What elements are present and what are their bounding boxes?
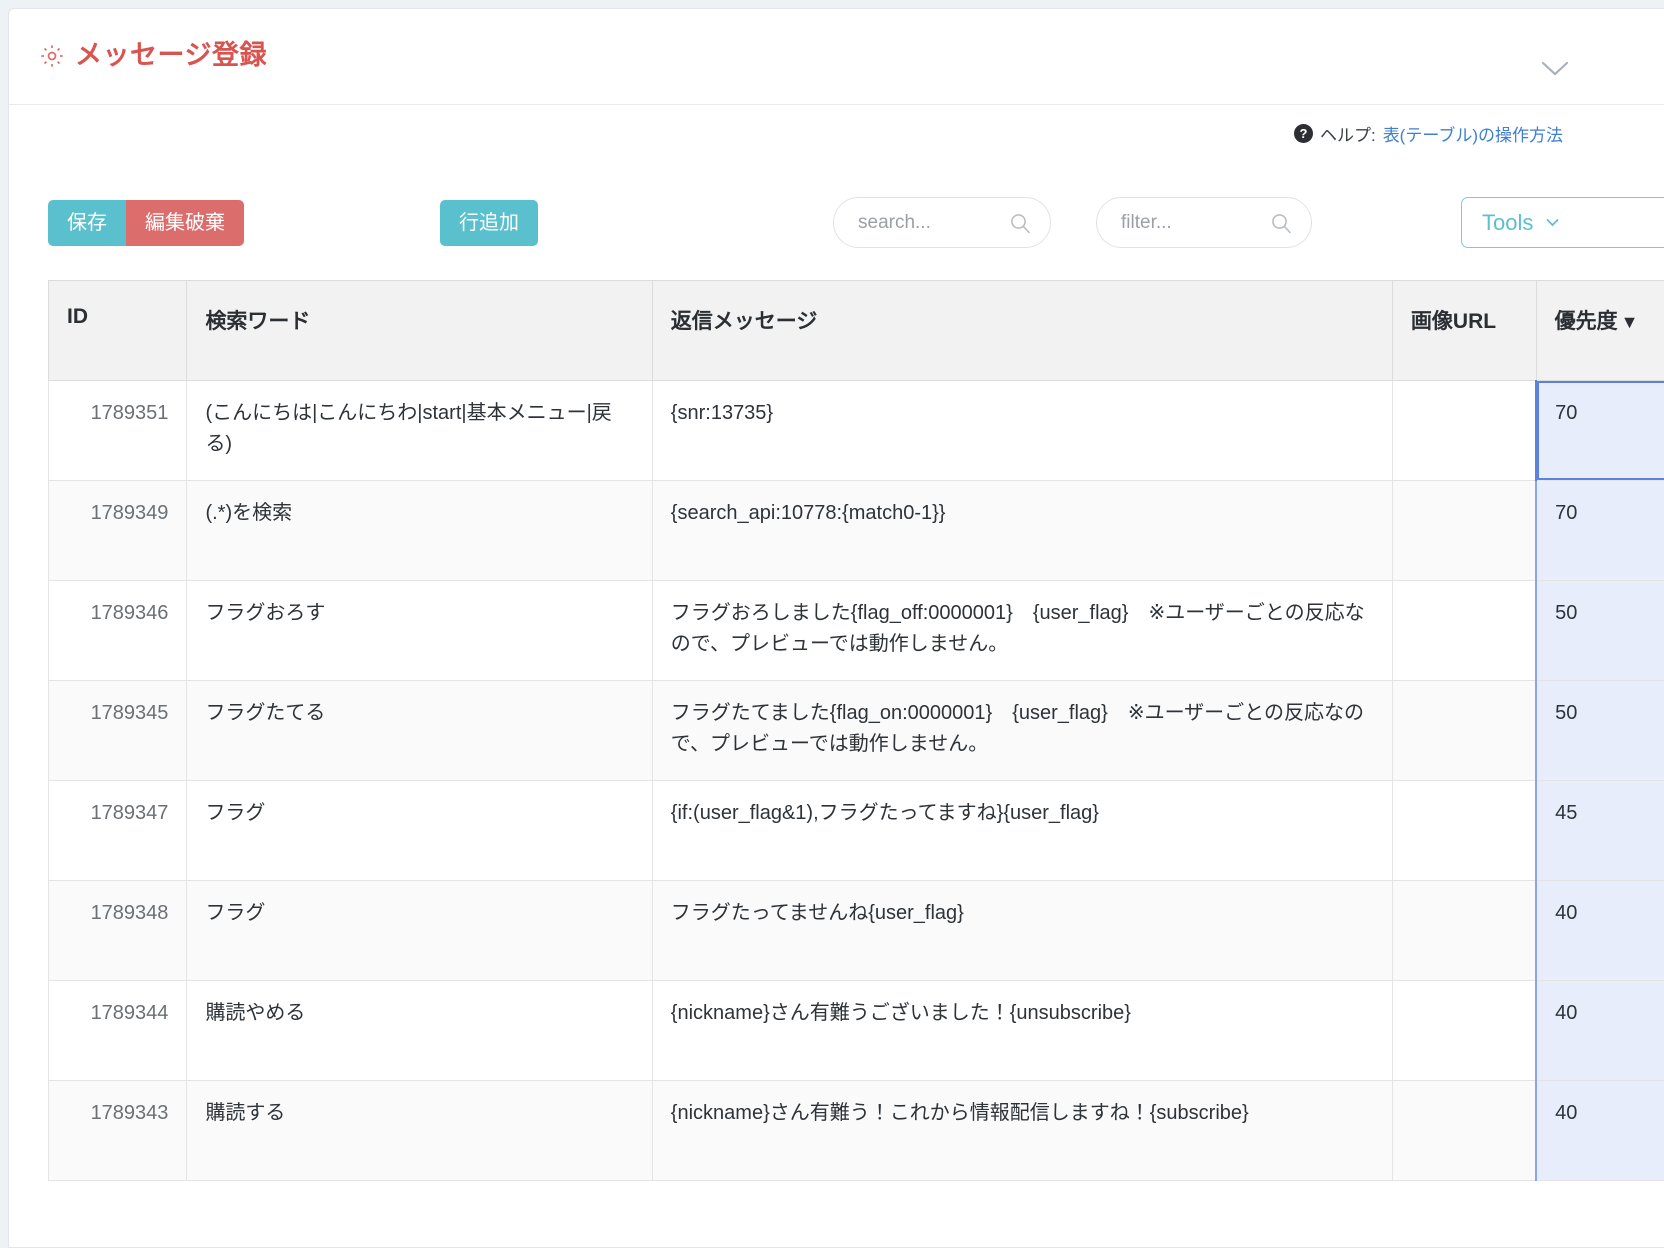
chevron-down-icon — [1544, 214, 1561, 231]
column-header-priority[interactable]: 優先度▼ — [1536, 281, 1664, 381]
cell-priority[interactable]: 50 — [1536, 681, 1664, 781]
cell-image-url[interactable] — [1392, 381, 1536, 481]
cell-word[interactable]: (こんにちは|こんにちわ|start|基本メニュー|戻る) — [187, 381, 652, 481]
message-table: ID 検索ワード 返信メッセージ 画像URL 優先度▼ 1789351 (こんに… — [48, 280, 1664, 1181]
search-field[interactable] — [833, 197, 1051, 248]
cell-word[interactable]: フラグたてる — [187, 681, 652, 781]
sort-desc-icon: ▼ — [1621, 312, 1639, 332]
toolbar: 保存 編集破棄 行追加 — [9, 173, 1664, 267]
cell-word[interactable]: フラグ — [187, 781, 652, 881]
cell-priority[interactable]: 45 — [1536, 781, 1664, 881]
table-row[interactable]: 1789347 フラグ {if:(user_flag&1),フラグたってますね}… — [49, 781, 1664, 881]
cell-image-url[interactable] — [1392, 981, 1536, 1081]
filter-input[interactable] — [1119, 211, 1263, 235]
cell-image-url[interactable] — [1392, 681, 1536, 781]
cell-word[interactable]: フラグおろす — [187, 581, 652, 681]
save-discard-group: 保存 編集破棄 — [48, 200, 244, 246]
cell-image-url[interactable] — [1392, 481, 1536, 581]
table-row[interactable]: 1789349 (.*)を検索 {search_api:10778:{match… — [49, 481, 1664, 581]
chevron-down-icon[interactable] — [1535, 55, 1575, 81]
cell-id[interactable]: 1789349 — [49, 481, 187, 581]
table-row[interactable]: 1789345 フラグたてる フラグたてました{flag_on:0000001}… — [49, 681, 1664, 781]
search-input[interactable] — [856, 211, 1002, 235]
cell-image-url[interactable] — [1392, 581, 1536, 681]
search-icon — [1008, 211, 1032, 235]
cell-priority[interactable]: 40 — [1536, 881, 1664, 981]
question-circle-icon: ? — [1294, 124, 1313, 143]
cell-message[interactable]: {if:(user_flag&1),フラグたってますね}{user_flag} — [652, 781, 1392, 881]
cell-message[interactable]: フラグおろしました{flag_off:0000001} {user_flag} … — [652, 581, 1392, 681]
tools-button-label: Tools — [1482, 210, 1533, 236]
search-icon — [1269, 211, 1293, 235]
cell-id[interactable]: 1789346 — [49, 581, 187, 681]
table-row[interactable]: 1789351 (こんにちは|こんにちわ|start|基本メニュー|戻る) {s… — [49, 381, 1664, 481]
page-title: メッセージ登録 — [75, 42, 267, 69]
message-registration-card: メッセージ登録 ? ヘルプ: 表(テーブル)の操作方法 保存 編集破棄 行追加 — [8, 8, 1664, 1248]
table-header-row: ID 検索ワード 返信メッセージ 画像URL 優先度▼ — [49, 281, 1664, 381]
cell-priority[interactable]: 70 — [1536, 481, 1664, 581]
help-row: ? ヘルプ: 表(テーブル)の操作方法 — [1294, 121, 1563, 146]
cell-priority[interactable]: 70 — [1536, 381, 1664, 481]
cell-id[interactable]: 1789351 — [49, 381, 187, 481]
message-table-wrapper[interactable]: ID 検索ワード 返信メッセージ 画像URL 優先度▼ 1789351 (こんに… — [48, 280, 1664, 1181]
discard-edits-button[interactable]: 編集破棄 — [126, 200, 244, 246]
tools-button[interactable]: Tools — [1461, 197, 1664, 248]
cell-id[interactable]: 1789343 — [49, 1081, 187, 1181]
cell-word[interactable]: 購読やめる — [187, 981, 652, 1081]
cell-word[interactable]: (.*)を検索 — [187, 481, 652, 581]
page-root: メッセージ登録 ? ヘルプ: 表(テーブル)の操作方法 保存 編集破棄 行追加 — [0, 0, 1664, 1246]
cell-priority[interactable]: 40 — [1536, 981, 1664, 1081]
cell-message[interactable]: {nickname}さん有難う！これから情報配信しますね！{subscribe} — [652, 1081, 1392, 1181]
column-header-word[interactable]: 検索ワード — [187, 281, 652, 381]
cell-message[interactable]: フラグたってませんね{user_flag} — [652, 881, 1392, 981]
table-body: 1789351 (こんにちは|こんにちわ|start|基本メニュー|戻る) {s… — [49, 381, 1664, 1181]
cell-id[interactable]: 1789348 — [49, 881, 187, 981]
cell-id[interactable]: 1789344 — [49, 981, 187, 1081]
cell-id[interactable]: 1789347 — [49, 781, 187, 881]
cell-priority[interactable]: 40 — [1536, 1081, 1664, 1181]
table-row[interactable]: 1789348 フラグ フラグたってませんね{user_flag} 40 — [49, 881, 1664, 981]
help-label: ヘルプ: — [1320, 121, 1376, 146]
column-header-priority-label: 優先度 — [1555, 310, 1618, 333]
cell-message[interactable]: フラグたてました{flag_on:0000001} {user_flag} ※ユ… — [652, 681, 1392, 781]
column-header-id[interactable]: ID — [49, 281, 187, 381]
cell-image-url[interactable] — [1392, 1081, 1536, 1181]
cell-word[interactable]: 購読する — [187, 1081, 652, 1181]
filter-field[interactable] — [1096, 197, 1312, 248]
cell-id[interactable]: 1789345 — [49, 681, 187, 781]
card-header: メッセージ登録 — [9, 9, 1664, 105]
table-row[interactable]: 1789343 購読する {nickname}さん有難う！これから情報配信します… — [49, 1081, 1664, 1181]
column-header-image-url[interactable]: 画像URL — [1392, 281, 1536, 381]
cell-word[interactable]: フラグ — [187, 881, 652, 981]
table-header: ID 検索ワード 返信メッセージ 画像URL 優先度▼ — [49, 281, 1664, 381]
gear-icon — [39, 43, 65, 69]
cell-image-url[interactable] — [1392, 781, 1536, 881]
cell-message[interactable]: {nickname}さん有難うございました！{unsubscribe} — [652, 981, 1392, 1081]
table-row[interactable]: 1789344 購読やめる {nickname}さん有難うございました！{uns… — [49, 981, 1664, 1081]
table-row[interactable]: 1789346 フラグおろす フラグおろしました{flag_off:000000… — [49, 581, 1664, 681]
cell-image-url[interactable] — [1392, 881, 1536, 981]
cell-message[interactable]: {search_api:10778:{match0-1}} — [652, 481, 1392, 581]
page-title-group: メッセージ登録 — [39, 42, 267, 69]
column-header-message[interactable]: 返信メッセージ — [652, 281, 1392, 381]
cell-priority[interactable]: 50 — [1536, 581, 1664, 681]
cell-message[interactable]: {snr:13735} — [652, 381, 1392, 481]
save-button[interactable]: 保存 — [48, 200, 126, 246]
add-row-button[interactable]: 行追加 — [440, 200, 538, 246]
help-link[interactable]: 表(テーブル)の操作方法 — [1383, 121, 1563, 146]
